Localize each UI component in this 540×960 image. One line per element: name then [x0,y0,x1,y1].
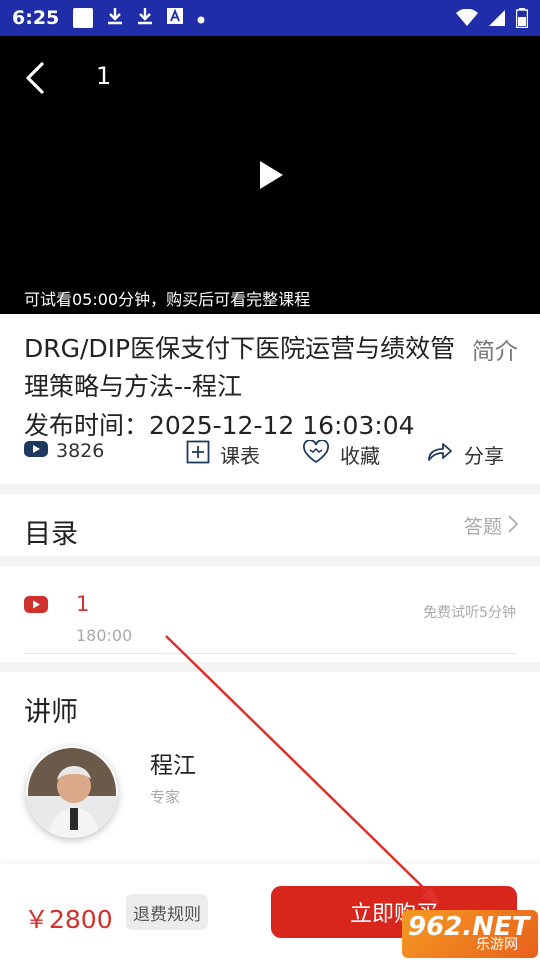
trial-notice: 可试看05:00分钟，购买后可看完整课程 [24,290,311,309]
share-label: 分享 [464,444,504,468]
course-actions: 3826 课表 收藏 分享 [0,436,540,472]
status-bar: 6:25 [0,0,540,36]
video-lesson-icon [24,596,48,617]
free-trial-label: 免费试听5分钟 [423,605,516,621]
add-schedule-icon [186,440,210,469]
battery-icon [515,8,529,32]
lesson-index: 1 [76,592,90,616]
status-time: 6:25 [12,7,60,29]
price: ￥2800 [24,905,113,934]
download-icon [137,7,153,29]
back-arrow-icon[interactable] [22,60,50,96]
view-count: 3826 [24,440,104,462]
divider [0,556,540,566]
share-icon [426,440,454,469]
divider [0,484,540,494]
video-views-icon [24,440,48,462]
video-title: 1 [96,62,112,90]
avatar[interactable] [26,746,118,838]
view-count-value: 3826 [56,440,105,462]
download-icon [107,7,123,29]
lesson-item[interactable]: 1 180:00 免费试听5分钟 [0,578,540,656]
teacher-name: 程江 [150,753,196,779]
watermark-subtext: 乐游网 [476,937,518,953]
schedule-label: 课表 [220,444,260,468]
favorite-label: 收藏 [340,444,380,468]
divider [0,662,540,672]
video-player[interactable]: 1 可试看05:00分钟，购买后可看完整课程 [0,36,540,314]
answer-label: 答题 [463,516,502,538]
teacher-heading: 讲师 [24,697,78,728]
dot-icon [197,9,205,28]
divider [24,653,516,654]
lesson-duration: 180:00 [76,626,133,645]
wifi-icon [456,8,478,31]
course-title: DRG/DIP医保支付下医院运营与绩效管理策略与方法--程江 [24,334,456,401]
heart-icon [302,439,330,469]
play-icon[interactable] [258,160,284,194]
refund-rules-button[interactable]: 退费规则 [126,894,208,930]
catalog-heading: 目录 [24,519,78,550]
notification-icon [73,8,94,28]
signal-icon [488,9,506,31]
teacher-role: 专家 [150,788,181,806]
schedule-button[interactable]: 课表 [186,440,260,469]
watermark-logo: 962.NET 乐游网 [402,910,538,958]
share-button[interactable]: 分享 [426,440,504,469]
font-app-icon [167,8,184,28]
chevron-right-icon [508,515,519,538]
intro-tab[interactable]: 简介 [472,332,518,366]
answer-link[interactable]: 答题 [463,512,519,539]
favorite-button[interactable]: 收藏 [302,439,380,469]
